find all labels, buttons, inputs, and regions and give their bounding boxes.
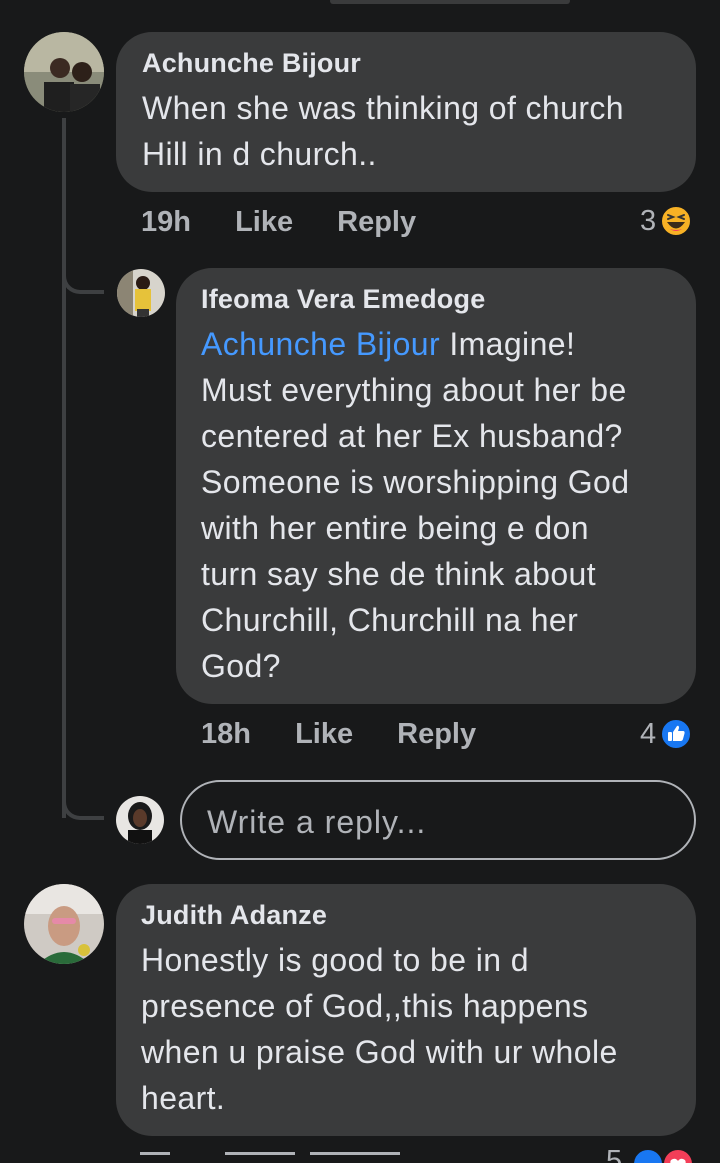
avatar-achunche[interactable] (24, 32, 104, 112)
reaction-summary[interactable]: 3 (640, 203, 700, 239)
thread-line (62, 118, 66, 818)
thread-branch-1 (62, 258, 104, 294)
comment-bubble-ifeoma[interactable]: Ifeoma Vera Emedoge Achunche Bijour Imag… (176, 268, 696, 704)
reaction-count: 3 (640, 204, 657, 237)
comment-actions: 18h Like Reply (201, 718, 601, 758)
comment-bubble-achunche[interactable]: Achunche Bijour When she was thinking of… (116, 32, 696, 192)
author-name[interactable]: Ifeoma Vera Emedoge (201, 284, 696, 315)
love-heart-icon (662, 1148, 694, 1163)
mention-link[interactable]: Achunche Bijour (201, 326, 440, 362)
comment-actions: 19h Like Reply (141, 206, 561, 246)
like-thumb-icon (660, 718, 693, 750)
reaction-count: 5 (606, 1146, 623, 1163)
thread-branch-2 (62, 784, 104, 820)
comment-text: When she was thinking of church Hill in … (142, 90, 624, 172)
like-thumb-icon (632, 1148, 664, 1163)
cut-off-text (330, 0, 580, 4)
author-name[interactable]: Judith Adanze (141, 900, 696, 931)
avatar-judith[interactable] (24, 884, 104, 964)
like-button[interactable]: Like (235, 206, 329, 239)
comment-text: Achunche Bijour Imagine! Must everything… (201, 326, 630, 684)
avatar-ifeoma[interactable] (117, 269, 165, 317)
timestamp[interactable]: 19h (141, 206, 227, 239)
haha-emoji-icon (660, 205, 693, 237)
comment-actions-partial (140, 1152, 410, 1163)
current-user-avatar[interactable] (116, 796, 164, 844)
comment-text: Honestly is good to be in d presence of … (141, 942, 618, 1116)
reaction-summary[interactable]: 4 (640, 716, 700, 752)
comment-bubble-judith[interactable]: Judith Adanze Honestly is good to be in … (116, 884, 696, 1136)
reply-input[interactable]: Write a reply... (180, 780, 696, 860)
timestamp[interactable]: 18h (201, 718, 287, 751)
reply-input-placeholder: Write a reply... (207, 804, 427, 840)
like-button[interactable]: Like (295, 718, 389, 751)
reply-button[interactable]: Reply (337, 206, 416, 239)
reaction-summary[interactable]: 5 (606, 1146, 700, 1163)
reaction-count: 4 (640, 717, 657, 750)
author-name[interactable]: Achunche Bijour (142, 48, 696, 79)
reply-button[interactable]: Reply (397, 718, 476, 751)
